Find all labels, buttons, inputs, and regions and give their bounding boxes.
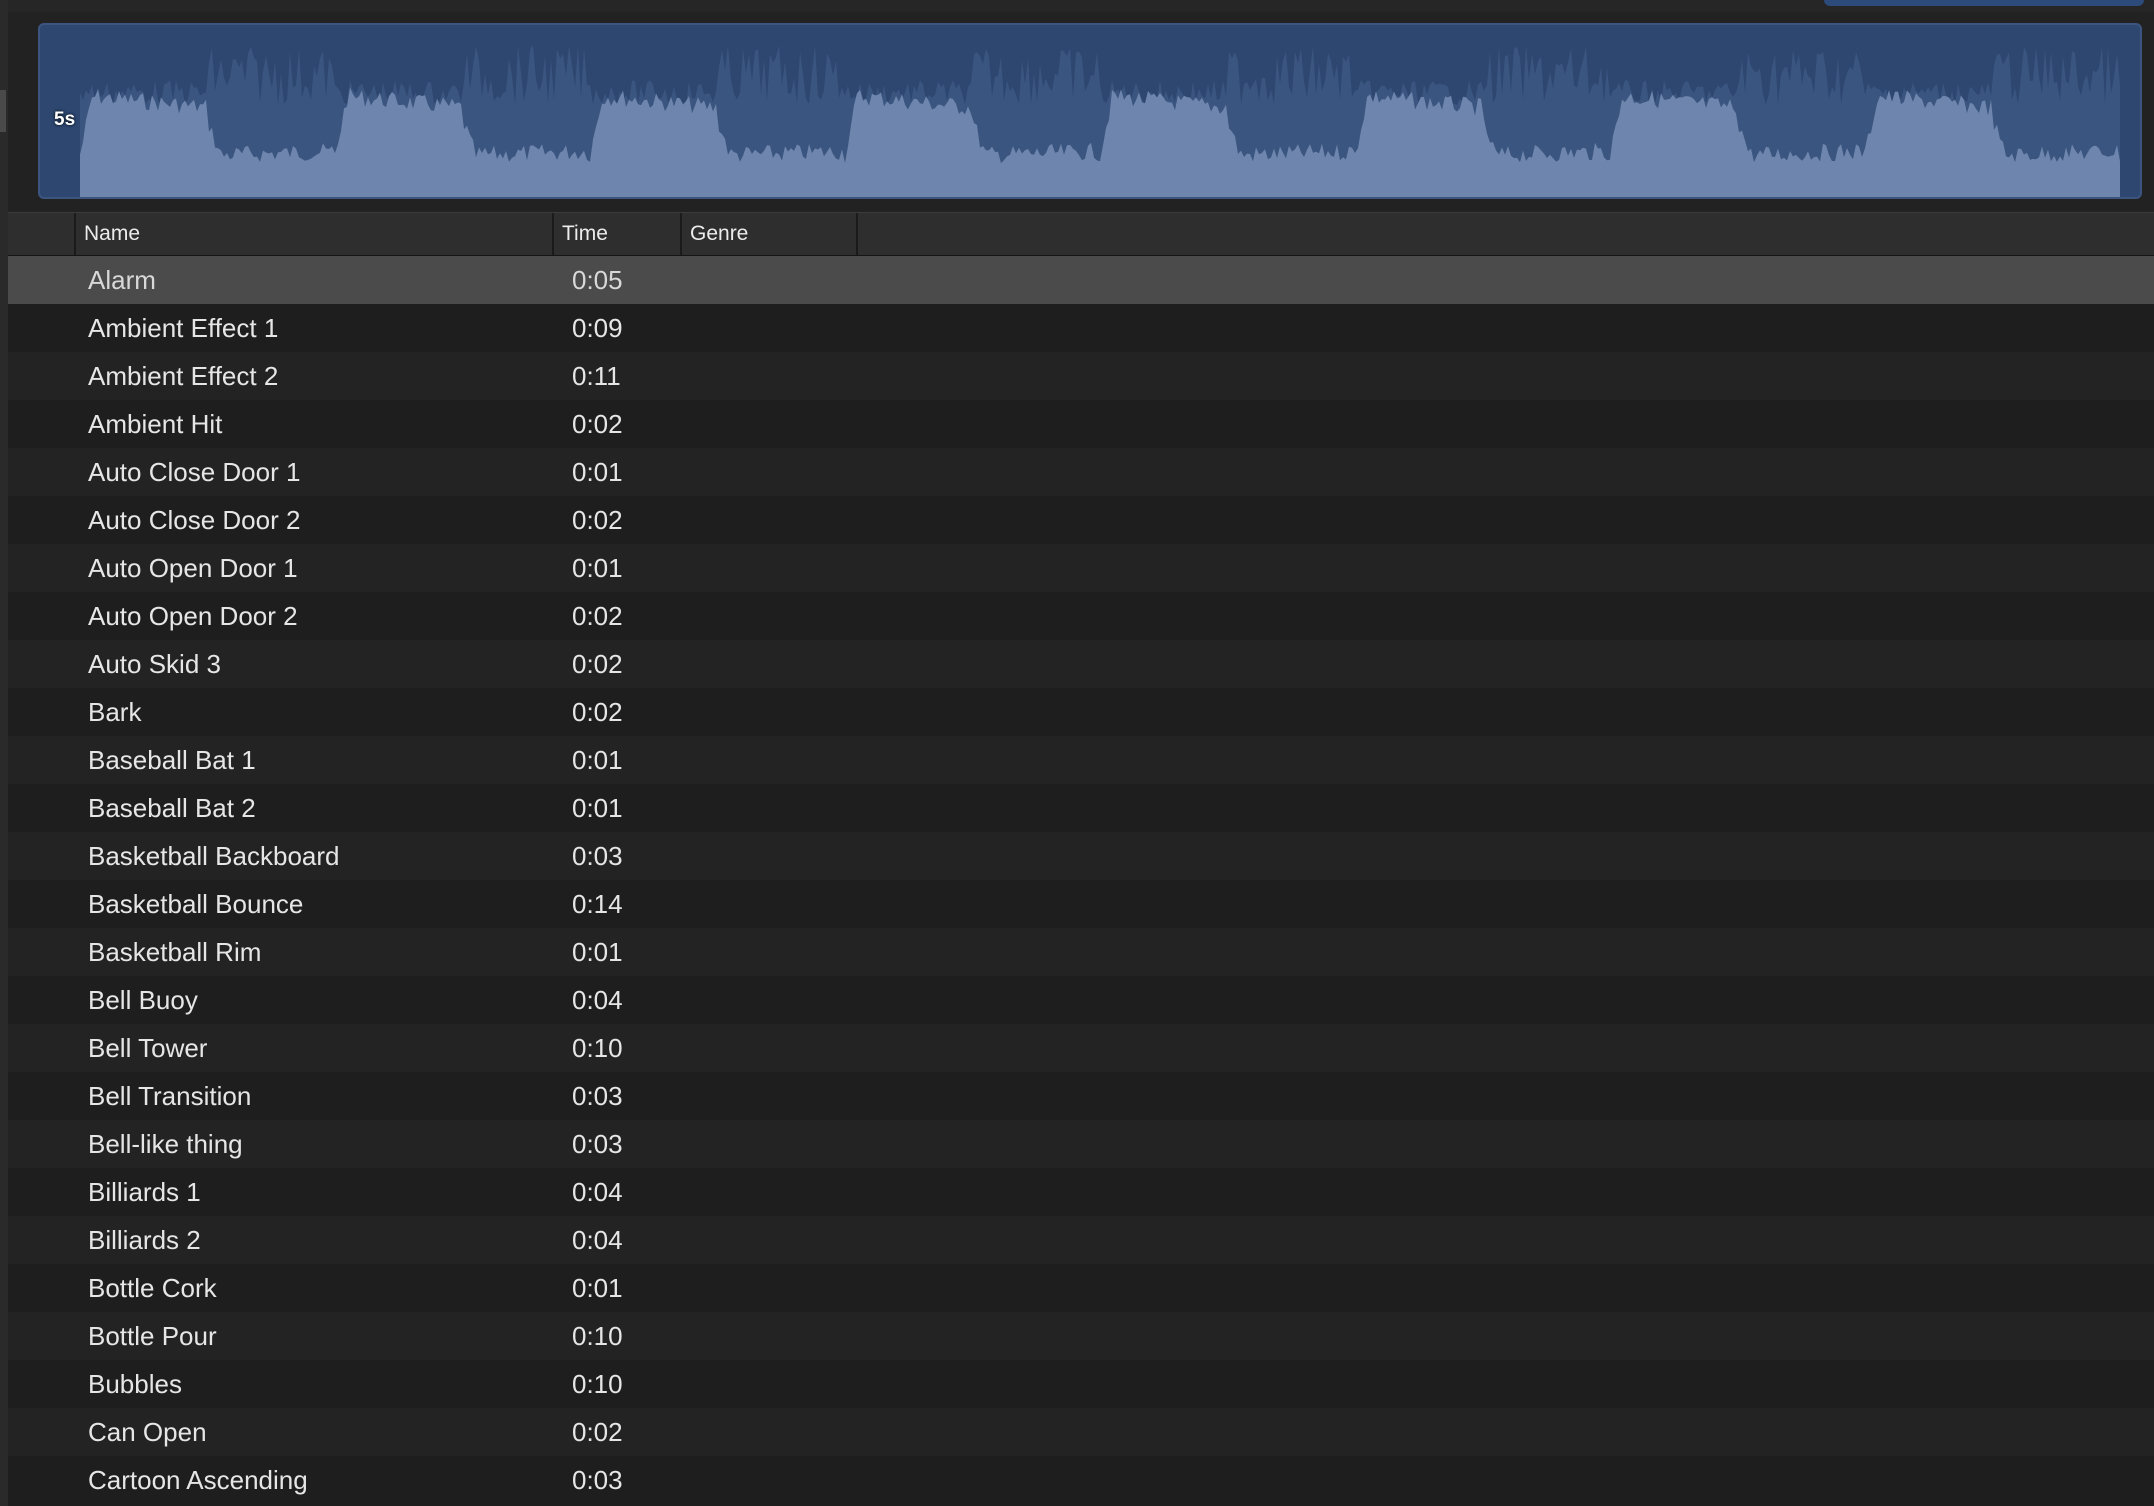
sound-browser-window: 5s Name Time Genre Alarm 0:05 Ambient Effe… xyxy=(0,0,2154,1506)
row-name: Ambient Hit xyxy=(88,409,223,439)
left-edge-marker xyxy=(0,90,6,132)
row-name: Auto Open Door 1 xyxy=(88,553,298,583)
row-time: 0:02 xyxy=(572,649,623,679)
row-name: Bell Transition xyxy=(88,1081,252,1111)
row-name: Bark xyxy=(88,697,142,727)
row-time: 0:03 xyxy=(572,841,623,871)
column-header-genre[interactable]: Genre xyxy=(680,213,856,255)
table-row[interactable]: Auto Close Door 2 0:02 xyxy=(8,496,2154,544)
row-time: 0:04 xyxy=(572,1225,623,1255)
table-row[interactable]: Bark 0:02 xyxy=(8,688,2154,736)
table-row[interactable]: Ambient Effect 1 0:09 xyxy=(8,304,2154,352)
table-row[interactable]: Basketball Rim 0:01 xyxy=(8,928,2154,976)
row-name: Ambient Effect 1 xyxy=(88,313,279,343)
table-row[interactable]: Bell Transition 0:03 xyxy=(8,1072,2154,1120)
row-time: 0:03 xyxy=(572,1129,623,1159)
row-time: 0:03 xyxy=(572,1465,623,1495)
table-row[interactable]: Bell-like thing 0:03 xyxy=(8,1120,2154,1168)
column-header-name[interactable]: Name xyxy=(74,213,552,255)
table-row[interactable]: Auto Skid 3 0:02 xyxy=(8,640,2154,688)
row-name: Can Open xyxy=(88,1417,207,1447)
row-name: Auto Open Door 2 xyxy=(88,601,298,631)
table-row[interactable]: Billiards 1 0:04 xyxy=(8,1168,2154,1216)
table-row[interactable]: Auto Open Door 2 0:02 xyxy=(8,592,2154,640)
column-header-row: Name Time Genre xyxy=(8,212,2154,256)
table-row[interactable]: Bottle Pour 0:10 xyxy=(8,1312,2154,1360)
row-time: 0:04 xyxy=(572,1177,623,1207)
row-name: Baseball Bat 1 xyxy=(88,745,256,775)
row-time: 0:01 xyxy=(572,553,623,583)
row-time: 0:02 xyxy=(572,409,623,439)
row-name: Bell-like thing xyxy=(88,1129,243,1159)
table-row[interactable]: Billiards 2 0:04 xyxy=(8,1216,2154,1264)
duration-label: 5s xyxy=(54,109,76,130)
row-time: 0:05 xyxy=(572,265,623,295)
row-name: Auto Close Door 2 xyxy=(88,505,301,535)
sound-rows: Alarm 0:05 Ambient Effect 1 0:09 Ambient Eff… xyxy=(8,256,2154,1504)
top-accent-control[interactable] xyxy=(1824,0,2144,6)
table-row[interactable]: Cartoon Ascending 0:03 xyxy=(8,1456,2154,1504)
table-row[interactable]: Bell Buoy 0:04 xyxy=(8,976,2154,1024)
row-time: 0:14 xyxy=(572,889,623,919)
row-name: Bell Buoy xyxy=(88,985,198,1015)
row-time: 0:10 xyxy=(572,1369,623,1399)
row-name: Billiards 2 xyxy=(88,1225,201,1255)
row-time: 0:10 xyxy=(572,1033,623,1063)
row-time: 0:01 xyxy=(572,937,623,967)
row-name: Billiards 1 xyxy=(88,1177,201,1207)
row-time: 0:09 xyxy=(572,313,623,343)
row-time: 0:04 xyxy=(572,985,623,1015)
row-time: 0:01 xyxy=(572,1273,623,1303)
waveform-preview[interactable]: 5s xyxy=(38,23,2142,199)
audio-preview-area: 5s xyxy=(8,12,2154,212)
row-time: 0:02 xyxy=(572,697,623,727)
table-row[interactable]: Basketball Bounce 0:14 xyxy=(8,880,2154,928)
table-row[interactable]: Bubbles 0:10 xyxy=(8,1360,2154,1408)
row-name: Baseball Bat 2 xyxy=(88,793,256,823)
row-time: 0:02 xyxy=(572,601,623,631)
table-row[interactable]: Can Open 0:02 xyxy=(8,1408,2154,1456)
column-header-lead xyxy=(8,213,74,255)
column-header-time[interactable]: Time xyxy=(552,213,680,255)
row-name: Bottle Cork xyxy=(88,1273,217,1303)
row-time: 0:01 xyxy=(572,457,623,487)
row-name: Bell Tower xyxy=(88,1033,208,1063)
table-row[interactable]: Baseball Bat 1 0:01 xyxy=(8,736,2154,784)
table-row[interactable]: Bottle Cork 0:01 xyxy=(8,1264,2154,1312)
row-name: Basketball Backboard xyxy=(88,841,340,871)
row-time: 0:11 xyxy=(572,361,621,391)
row-name: Bottle Pour xyxy=(88,1321,217,1351)
row-name: Alarm xyxy=(88,265,156,295)
row-name: Cartoon Ascending xyxy=(88,1465,308,1495)
waveform-graphic xyxy=(80,45,2120,197)
table-row[interactable]: Ambient Hit 0:02 xyxy=(8,400,2154,448)
row-time: 0:01 xyxy=(572,793,623,823)
row-time: 0:03 xyxy=(572,1081,623,1111)
table-row[interactable]: Baseball Bat 2 0:01 xyxy=(8,784,2154,832)
table-row[interactable]: Ambient Effect 2 0:11 xyxy=(8,352,2154,400)
sound-list: Name Time Genre Alarm 0:05 Ambient Effect … xyxy=(8,212,2154,1506)
column-header-empty xyxy=(856,213,2154,255)
row-time: 0:01 xyxy=(572,745,623,775)
row-name: Basketball Rim xyxy=(88,937,262,967)
table-row[interactable]: Alarm 0:05 xyxy=(8,256,2154,304)
table-row[interactable]: Auto Open Door 1 0:01 xyxy=(8,544,2154,592)
row-name: Basketball Bounce xyxy=(88,889,304,919)
table-row[interactable]: Bell Tower 0:10 xyxy=(8,1024,2154,1072)
row-name: Ambient Effect 2 xyxy=(88,361,279,391)
table-row[interactable]: Auto Close Door 1 0:01 xyxy=(8,448,2154,496)
row-name: Bubbles xyxy=(88,1369,182,1399)
row-time: 0:02 xyxy=(572,1417,623,1447)
table-row[interactable]: Basketball Backboard 0:03 xyxy=(8,832,2154,880)
row-time: 0:10 xyxy=(572,1321,623,1351)
row-time: 0:02 xyxy=(572,505,623,535)
row-name: Auto Skid 3 xyxy=(88,649,221,679)
row-name: Auto Close Door 1 xyxy=(88,457,301,487)
